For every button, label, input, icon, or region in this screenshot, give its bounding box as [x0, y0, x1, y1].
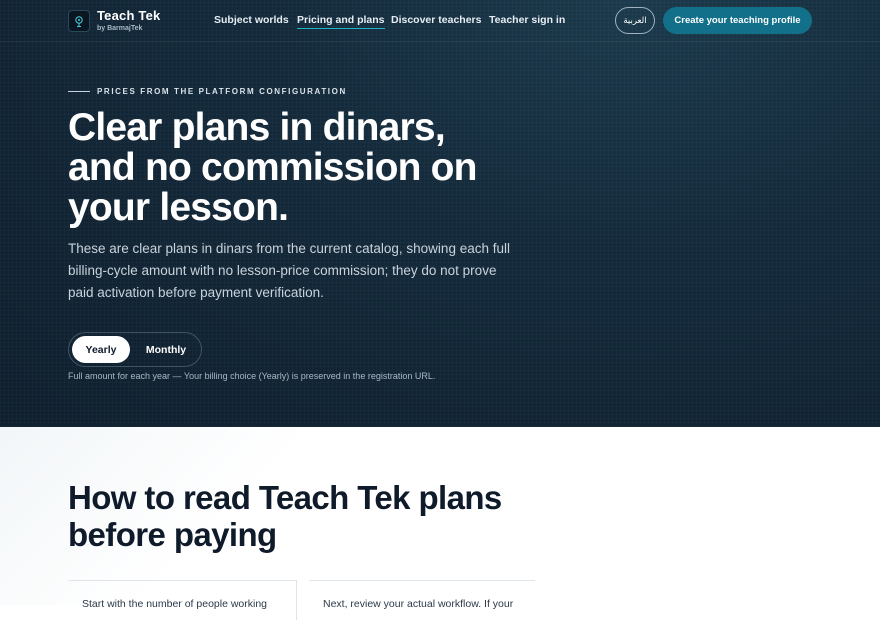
nav-link-pricing-and-plans[interactable]: Pricing and plans	[297, 14, 385, 29]
guide-title: How to read Teach Tek plans before payin…	[68, 479, 502, 553]
billing-cycle-toggle: Yearly Monthly	[68, 332, 202, 367]
top-navigation: Teach Tek by BarmajTek Subject worlds Pr…	[0, 0, 880, 42]
eyebrow-divider	[68, 91, 90, 92]
hero-description: These are clear plans in dinars from the…	[68, 241, 510, 300]
billing-note: Full amount for each year — Your billing…	[68, 371, 436, 381]
guide-card-workflow: Next, review your actual workflow. If yo…	[309, 580, 535, 620]
brand-subtitle: by BarmajTek	[97, 25, 143, 32]
create-teaching-profile-button[interactable]: Create your teaching profile	[663, 7, 812, 34]
billing-option-yearly[interactable]: Yearly	[72, 336, 130, 363]
guide-card-people: Start with the number of people working	[68, 580, 297, 620]
nav-link-discover-teachers[interactable]: Discover teachers	[391, 14, 481, 26]
hero-title: Clear plans in dinars, and no commission…	[68, 106, 478, 229]
hero-eyebrow: PRICES FROM THE PLATFORM CONFIGURATION	[97, 87, 347, 96]
nav-link-subject-worlds[interactable]: Subject worlds	[214, 14, 289, 26]
brand-logo-icon[interactable]	[68, 10, 90, 32]
brand-name[interactable]: Teach Tek	[97, 8, 160, 23]
billing-option-monthly[interactable]: Monthly	[135, 336, 197, 363]
guide-card-text: Start with the number of people working	[82, 598, 268, 610]
nav-link-teacher-sign-in[interactable]: Teacher sign in	[489, 14, 565, 26]
plans-guide-section: How to read Teach Tek plans before payin…	[0, 427, 880, 620]
hero-section: Teach Tek by BarmajTek Subject worlds Pr…	[0, 0, 880, 427]
language-switch-button[interactable]: العربية	[615, 7, 655, 34]
guide-card-text: Next, review your actual workflow. If yo…	[323, 598, 514, 610]
